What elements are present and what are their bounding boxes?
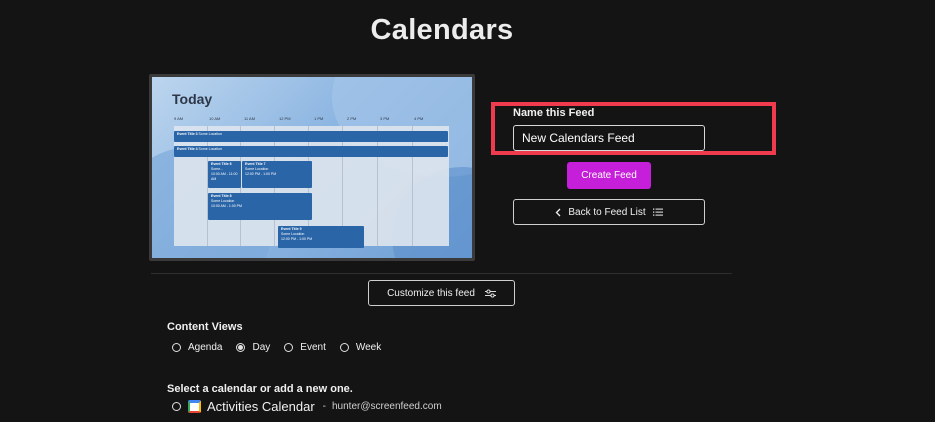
preview-event: Event Title 3 Some Location [174, 131, 448, 142]
page-title: Calendars [370, 14, 514, 46]
back-to-feed-list-button[interactable]: Back to Feed List [513, 199, 705, 225]
preview-hour: 2 PM [347, 116, 357, 121]
preview-hour: 10 AM [209, 116, 221, 121]
preview-hour: 1 PM [314, 116, 324, 121]
name-feed-label: Name this Feed [513, 107, 595, 119]
preview-hour: 11 AM [244, 116, 256, 121]
preview-event: Event Title 7 Some Location 12:00 PM - 1:0… [242, 161, 312, 188]
content-views-label: Content Views [167, 321, 243, 333]
radio-unchecked-icon[interactable] [172, 401, 181, 411]
list-icon [652, 208, 663, 216]
calendar-email: hunter@screenfeed.com [332, 400, 442, 412]
radio-unchecked-icon[interactable] [172, 342, 181, 352]
preview-hour: 3 PM [380, 116, 390, 121]
preview-event: Event Title 6 Some... 10:00 AM - 11:00 AM [208, 161, 241, 188]
preview-hour: 12 PM [279, 116, 291, 121]
preview-hour: 4 PM [414, 116, 424, 121]
preview-event: Event Title 9 Some Location 12:00 PM - 1:0… [278, 226, 364, 248]
radio-unchecked-icon[interactable] [284, 342, 294, 352]
calendar-separator: - [322, 400, 326, 412]
radio-checked-icon[interactable] [236, 342, 246, 352]
customize-feed-button[interactable]: Customize this feed [368, 280, 515, 306]
create-feed-button[interactable]: Create Feed [567, 162, 651, 189]
back-to-feed-list-label: Back to Feed List [568, 206, 646, 218]
calendar-name: Activities Calendar [207, 398, 315, 414]
preview-heading: Today [172, 91, 213, 107]
preview-event: Event Title 4 Some Location [174, 146, 448, 157]
preview-hour: 9 AM [174, 116, 184, 121]
calendar-option[interactable]: Activities Calendar - hunter@screenfeed.… [172, 398, 442, 414]
preview-grid: Event Title 3 Some Location Event Title … [174, 126, 449, 248]
feed-name-input[interactable] [513, 125, 705, 151]
view-option-agenda[interactable]: Agenda [172, 342, 222, 353]
radio-unchecked-icon[interactable] [339, 342, 349, 352]
google-calendar-icon [188, 399, 201, 413]
preview-event: Event Title 8 Some Location 10:00 AM - 1:0… [208, 193, 312, 220]
view-option-week[interactable]: Week [339, 342, 381, 353]
customize-feed-label: Customize this feed [387, 287, 475, 299]
chevron-left-icon [555, 208, 561, 216]
preview-hour-labels: 9 AM 10 AM 11 AM 12 PM 1 PM 2 PM 3 PM 4 … [174, 116, 436, 124]
sliders-icon [484, 288, 496, 298]
view-option-event[interactable]: Event [284, 342, 326, 353]
feed-preview: Today 9 AM 10 AM 11 AM 12 PM 1 PM 2 PM 3… [149, 74, 475, 261]
section-divider [151, 273, 732, 274]
create-feed-label: Create Feed [581, 170, 637, 181]
content-views-radio-group: Agenda Day Event Week [172, 340, 395, 354]
view-option-day[interactable]: Day [236, 342, 270, 353]
select-calendar-label: Select a calendar or add a new one. [167, 383, 353, 395]
